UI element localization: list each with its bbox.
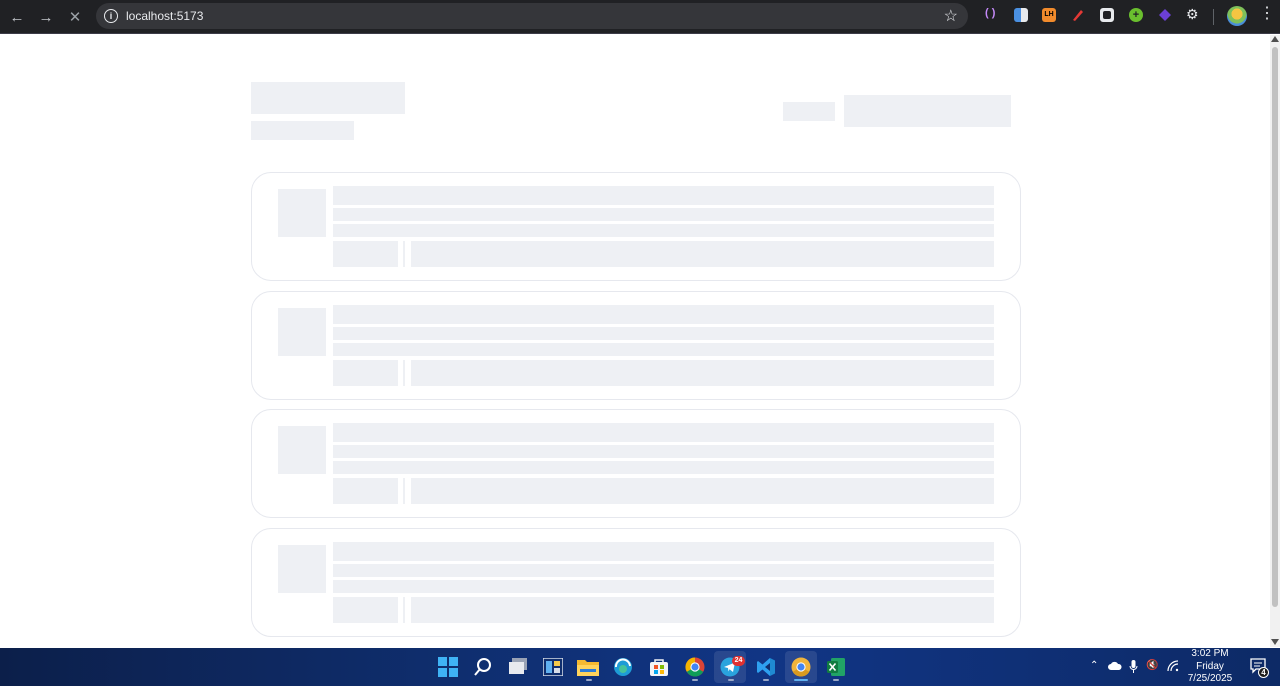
diamond-extension-icon[interactable] — [1158, 8, 1172, 22]
telegram-badge: 24 — [732, 656, 745, 666]
skeleton-thumbnail — [278, 189, 326, 237]
skeleton-tag — [333, 597, 398, 623]
windows-taskbar — [0, 648, 1280, 686]
skeleton-line — [333, 580, 994, 593]
chevron-up-icon[interactable]: ⌃ — [1090, 660, 1098, 671]
skeleton-line — [333, 343, 994, 356]
close-icon[interactable]: ✕ — [63, 5, 87, 29]
star-icon[interactable]: ☆ — [944, 6, 958, 26]
running-indicator — [763, 679, 769, 681]
info-icon[interactable]: i — [104, 9, 118, 23]
profile-avatar[interactable] — [1227, 6, 1247, 26]
pen-extension-icon[interactable] — [1071, 8, 1085, 22]
skeleton-thumbnail — [278, 545, 326, 593]
skeleton-thumbnail — [278, 308, 326, 356]
document-extension-icon[interactable] — [1014, 8, 1028, 22]
scroll-down-icon[interactable] — [1271, 639, 1279, 645]
skeleton-separator — [403, 478, 405, 504]
clock-time: 3:02 PM — [1191, 648, 1229, 659]
search-icon[interactable] — [472, 656, 494, 678]
address-bar[interactable]: i localhost:5173 ☆ — [96, 3, 968, 29]
store-icon[interactable] — [648, 656, 670, 678]
skeleton-line-title — [333, 305, 994, 324]
skeleton-footer-bar — [411, 360, 994, 386]
skeleton-tag — [333, 478, 398, 504]
skeleton-footer-bar — [411, 597, 994, 623]
skeleton-card — [251, 172, 1021, 281]
vertical-scrollbar[interactable] — [1270, 35, 1280, 647]
skeleton-line — [333, 224, 994, 237]
task-view-icon[interactable] — [507, 656, 529, 678]
file-explorer-icon[interactable] — [577, 656, 599, 678]
edge-icon[interactable] — [612, 656, 634, 678]
skeleton-action-button — [844, 95, 1011, 127]
arrow-right-icon[interactable]: → — [34, 5, 58, 29]
more-vertical-icon[interactable]: ⋮ — [1259, 6, 1275, 22]
puzzle-extension-icon[interactable]: ⚙ — [1186, 6, 1200, 22]
speaker-muted-icon[interactable]: 🔇 — [1146, 660, 1158, 671]
skeleton-separator — [403, 360, 405, 386]
bracket-extension-icon[interactable]: ( ) — [985, 7, 999, 21]
page-content — [0, 35, 1270, 647]
skeleton-page-title — [251, 82, 405, 114]
square-extension-icon[interactable] — [1100, 8, 1114, 22]
skeleton-card — [251, 291, 1021, 400]
plus-extension-icon[interactable]: + — [1129, 8, 1143, 22]
widgets-icon[interactable] — [542, 656, 564, 678]
skeleton-line — [333, 564, 994, 577]
microphone-icon[interactable] — [1129, 660, 1138, 676]
chrome-icon[interactable] — [684, 656, 706, 678]
running-indicator — [728, 679, 734, 681]
skeleton-line — [333, 461, 994, 474]
skeleton-separator — [403, 241, 405, 267]
chrome-canary-icon[interactable] — [790, 656, 812, 678]
skeleton-filter-label — [783, 102, 835, 121]
skeleton-footer-bar — [411, 478, 994, 504]
clock-date: 7/25/2025 — [1187, 673, 1233, 684]
clock[interactable]: 3:02 PM Friday 7/25/2025 — [1184, 648, 1236, 686]
toolbar-divider — [1213, 9, 1214, 25]
scroll-thumb[interactable] — [1272, 47, 1278, 607]
skeleton-line — [333, 208, 994, 221]
skeleton-card — [251, 528, 1021, 637]
skeleton-line — [333, 327, 994, 340]
skeleton-page-subtitle — [251, 121, 354, 140]
skeleton-separator — [403, 597, 405, 623]
active-indicator — [794, 679, 808, 681]
vscode-icon[interactable] — [755, 656, 777, 678]
skeleton-line — [333, 445, 994, 458]
running-indicator — [586, 679, 592, 681]
arrow-left-icon[interactable]: ← — [5, 5, 29, 29]
skeleton-card — [251, 409, 1021, 518]
notification-count: 4 — [1258, 667, 1269, 678]
url-text: localhost:5173 — [126, 9, 204, 23]
skeleton-tag — [333, 241, 398, 267]
skeleton-line-title — [333, 542, 994, 561]
running-indicator — [833, 679, 839, 681]
lh-extension-icon[interactable]: LH — [1042, 8, 1056, 22]
running-indicator — [692, 679, 698, 681]
skeleton-line-title — [333, 423, 994, 442]
wifi-icon[interactable] — [1167, 660, 1179, 675]
excel-icon[interactable] — [825, 656, 847, 678]
onedrive-icon[interactable] — [1108, 661, 1122, 674]
windows-start-icon[interactable] — [437, 656, 459, 678]
clock-day: Friday — [1196, 660, 1224, 672]
skeleton-thumbnail — [278, 426, 326, 474]
skeleton-footer-bar — [411, 241, 994, 267]
browser-toolbar: ← → ✕ i localhost:5173 ☆ ( ) LH + ⚙ ⋮ — [0, 0, 1280, 34]
scroll-up-icon[interactable] — [1271, 36, 1279, 42]
skeleton-tag — [333, 360, 398, 386]
skeleton-line-title — [333, 186, 994, 205]
